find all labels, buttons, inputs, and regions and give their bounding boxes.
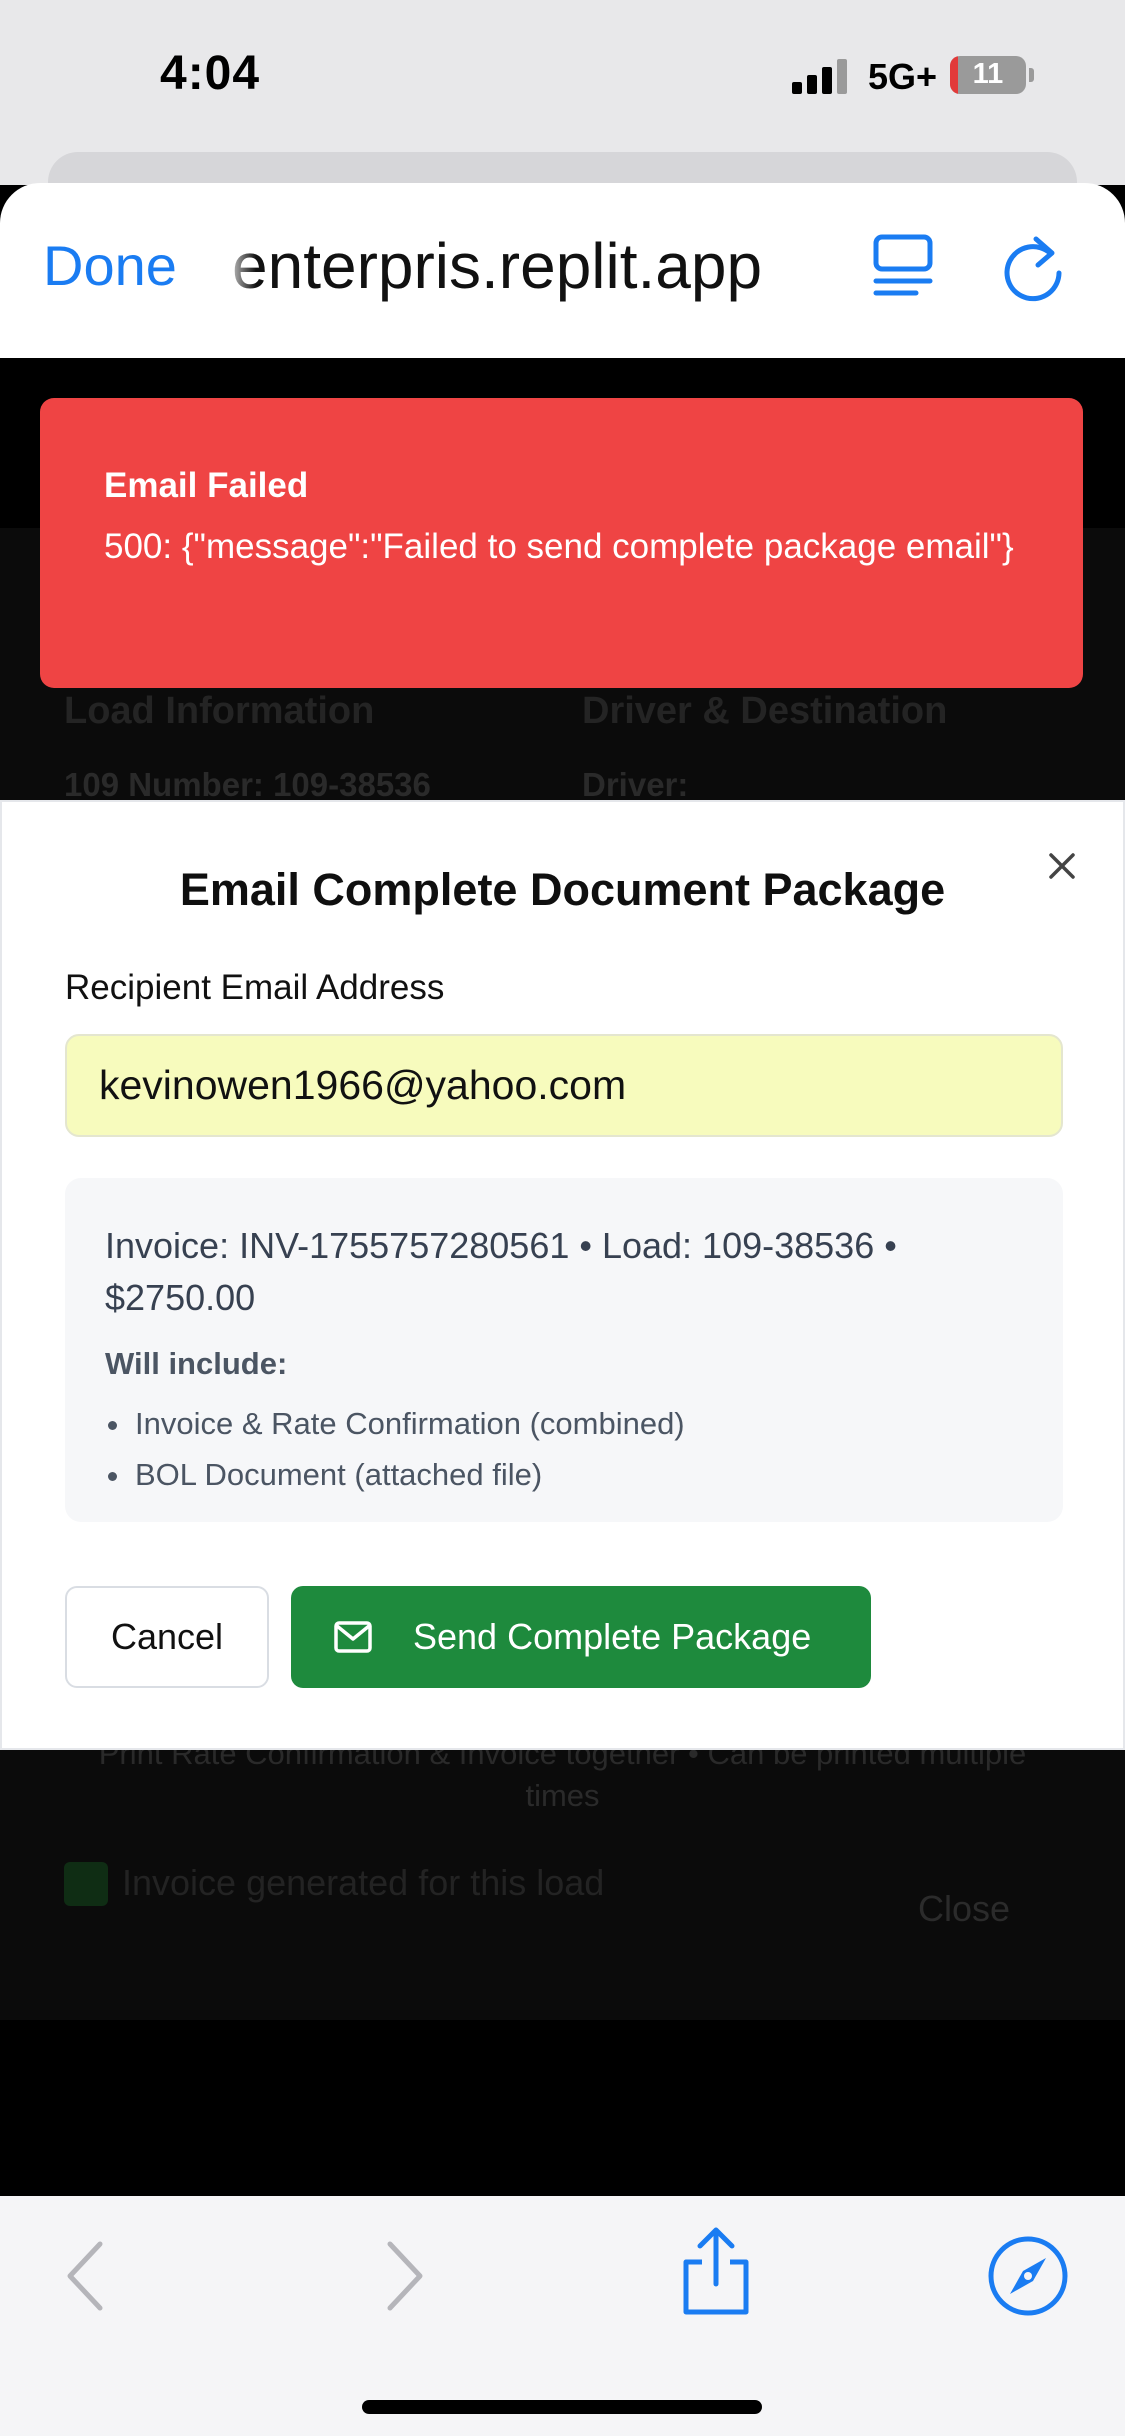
email-label: Recipient Email Address: [65, 968, 445, 1007]
cancel-button[interactable]: Cancel: [65, 1586, 269, 1688]
signal-icon: [792, 58, 852, 94]
summary-text: Invoice: INV-1755757280561 • Load: 109-3…: [105, 1225, 897, 1318]
error-toast: Email Failed 500: {"message":"Failed to …: [40, 398, 1083, 688]
bg-checkbox-label: Invoice generated for this load: [122, 1862, 605, 1903]
browser-header: Done enterpris.replit.app: [0, 183, 1125, 358]
toast-message: 500: {"message":"Failed to send complete…: [104, 527, 1014, 566]
send-button-label: Send Complete Package: [413, 1616, 812, 1657]
screen: 4:04 5G+ 11 Done enterpris.replit.app Lo…: [0, 0, 1125, 2436]
bg-checkbox: [64, 1862, 108, 1906]
battery-icon: 11: [950, 56, 1026, 94]
compass-icon[interactable]: [986, 2234, 1070, 2318]
share-icon[interactable]: [676, 2226, 756, 2318]
bg-heading-load-info: Load Information: [64, 690, 375, 732]
toast-title: Email Failed: [104, 466, 309, 505]
bg-close-button: Close: [918, 1888, 1011, 1929]
network-type: 5G+: [868, 56, 938, 97]
bg-field-109: 109 Number: 109-38536: [64, 766, 431, 803]
battery-cap: [1029, 68, 1034, 82]
send-package-button[interactable]: Send Complete Package: [291, 1586, 871, 1688]
done-button[interactable]: Done: [43, 233, 177, 298]
list-item: Invoice & Rate Confirmation (combined): [105, 1398, 1023, 1449]
home-indicator: [362, 2400, 762, 2414]
mail-icon: [334, 1621, 372, 1653]
reload-icon[interactable]: [998, 231, 1068, 303]
include-heading: Will include:: [105, 1346, 288, 1381]
include-list: Invoice & Rate Confirmation (combined) B…: [105, 1398, 1023, 1500]
email-field[interactable]: [65, 1034, 1063, 1137]
url-fade: [222, 223, 256, 313]
forward-icon[interactable]: [382, 2238, 428, 2314]
email-dialog: Email Complete Document Package Recipien…: [0, 800, 1125, 1750]
bg-heading-driver: Driver & Destination: [582, 690, 948, 732]
close-icon[interactable]: [1042, 846, 1082, 886]
bg-note-line2: times: [525, 1778, 600, 1813]
package-summary: Invoice: INV-1755757280561 • Load: 109-3…: [65, 1178, 1063, 1522]
reader-icon[interactable]: [870, 231, 936, 301]
status-time: 4:04: [160, 47, 261, 100]
battery-level: 11: [972, 58, 1004, 90]
dialog-title: Email Complete Document Package: [179, 864, 946, 915]
url-bar[interactable]: enterpris.replit.app: [232, 229, 762, 303]
list-item: BOL Document (attached file): [105, 1449, 1023, 1500]
back-icon[interactable]: [62, 2238, 108, 2314]
bg-field-driver: Driver:: [582, 766, 689, 803]
